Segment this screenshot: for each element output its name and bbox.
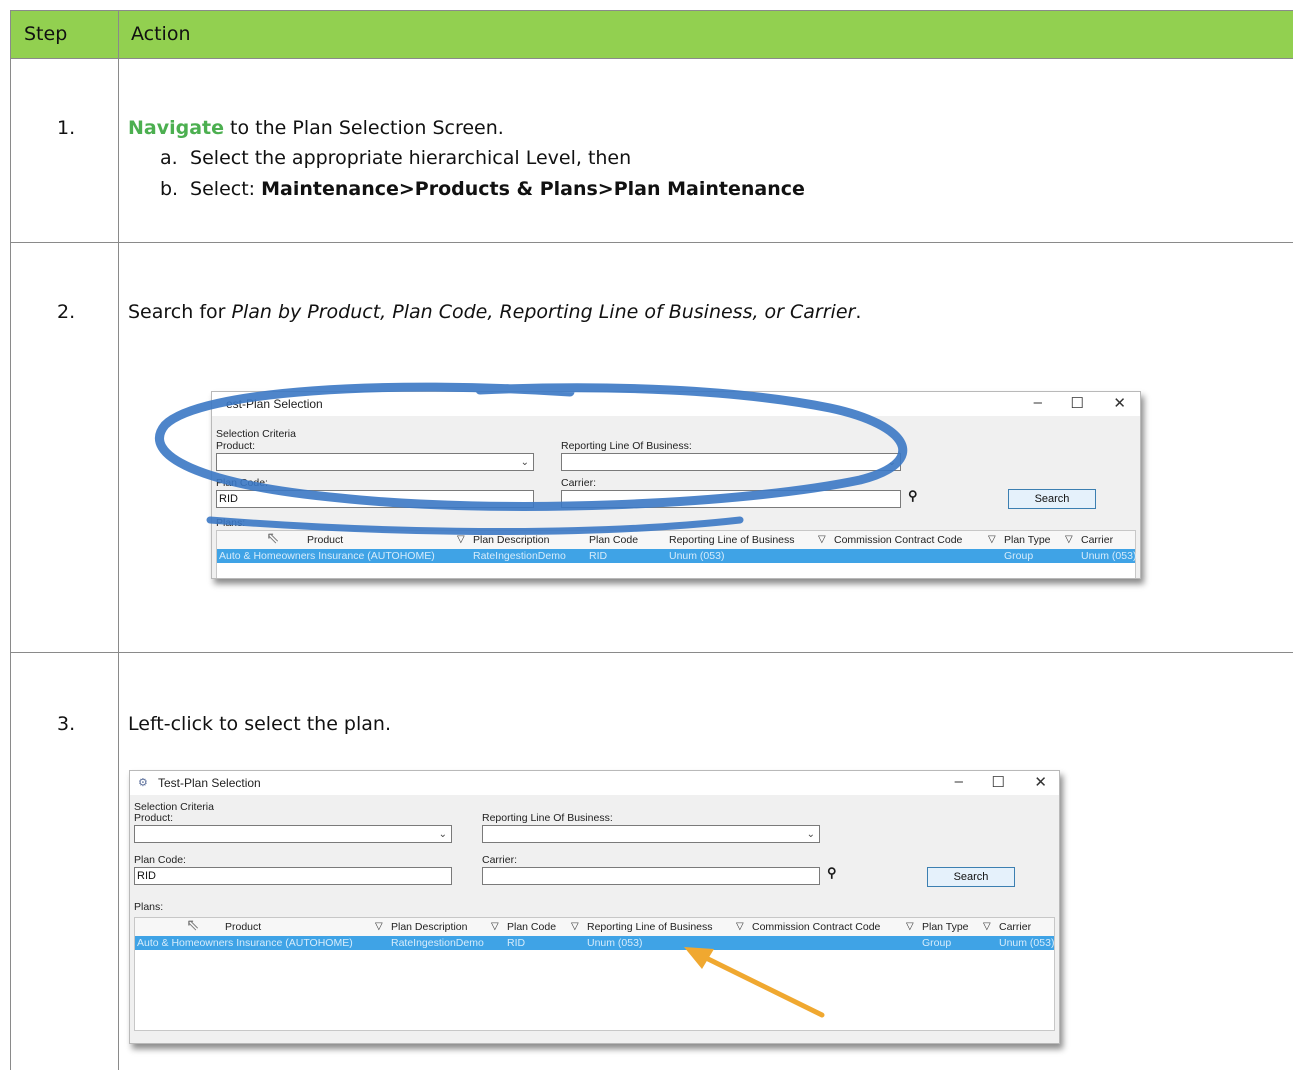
annotation-circle [155,382,908,536]
column-header[interactable]: Reporting Line of Business [587,921,713,933]
row-divider [10,242,1293,243]
sub-step-prefix: Select: [190,178,262,200]
plans-label: Plans: [134,901,164,913]
plan-selection-window-screenshot: ⚙ Test-Plan Selection – ☐ ✕ Selection Cr… [129,770,1060,1044]
column-header[interactable]: Plan Type [1004,534,1051,546]
menu-path: Maintenance>Products & Plans>Plan Mainte… [261,178,805,200]
column-header[interactable]: Plan Description [391,921,467,933]
step-number: 3. [57,713,76,735]
instruction-prefix: Search for [128,301,232,323]
instruction-italic: Plan by Product, Plan Code, Reporting Li… [231,301,856,323]
carrier-input[interactable] [482,867,820,885]
filter-icon[interactable]: ▽ [988,534,996,545]
filter-icon[interactable]: ▽ [571,921,579,932]
row-plan-type: Group [922,937,952,949]
filter-icon[interactable]: ▽ [1065,534,1073,545]
plans-grid[interactable]: Product ▽ Plan Description ▽ Plan Code ▽… [134,917,1055,1031]
row-rlob: Unum (053) [587,937,643,949]
chevron-down-icon: ⌄ [438,829,447,840]
row-divider [10,652,1293,653]
window-titlebar: ⚙ Test-Plan Selection – ☐ ✕ [130,771,1059,795]
step-instruction: Left-click to select the plan. [128,713,391,735]
row-product: Auto & Homeowners Insurance (AUTOHOME) [137,937,353,949]
column-header[interactable]: Commission Contract Code [752,921,880,933]
maximize-icon[interactable]: ☐ [992,773,1005,791]
filter-icon[interactable]: ▽ [906,921,914,932]
row-plan-code: RID [507,937,526,949]
filter-icon[interactable]: ▽ [491,921,499,932]
sub-step-text: Select the appropriate hierarchical Leve… [190,147,632,169]
window-title: Test-Plan Selection [158,776,261,790]
maximize-icon[interactable]: ☐ [1071,394,1084,412]
search-button[interactable]: Search [927,867,1015,887]
row-plan-type: Group [1004,550,1034,562]
row-carrier: Unum (053) [1081,550,1137,562]
close-icon[interactable]: ✕ [1113,394,1126,412]
plan-code-input[interactable]: RID [134,867,452,885]
sub-step-label: a. [160,147,178,169]
step-instruction: Navigate to the Plan Selection Screen. [128,117,504,139]
search-button[interactable]: Search [1008,489,1096,509]
row-carrier: Unum (053) [999,937,1055,949]
row-plan-description: RateIngestionDemo [391,937,484,949]
close-icon[interactable]: ✕ [1034,773,1047,791]
table-row[interactable]: Auto & Homeowners Insurance (AUTOHOME) R… [135,936,1054,950]
sub-step-label: b. [160,178,179,200]
column-header[interactable]: Plan Type [922,921,969,933]
filter-icon[interactable]: ▽ [983,921,991,932]
minimize-icon[interactable]: – [955,773,963,790]
product-label: Product: [134,812,174,824]
column-header[interactable]: Carrier [999,921,1031,933]
step-number: 2. [57,301,76,323]
filter-icon[interactable]: ▽ [375,921,383,932]
rlob-dropdown[interactable]: ⌄ [482,825,820,843]
header-step: Step [24,23,68,45]
header-action: Action [131,23,191,45]
column-divider [118,10,119,1070]
plan-code-label: Plan Code: [134,854,186,866]
column-header[interactable]: Carrier [1081,534,1113,546]
instruction-suffix: . [855,301,862,323]
filter-icon[interactable]: ▽ [736,921,744,932]
instruction-text: Left-click to select the plan. [128,713,391,735]
sub-step: b. Select: Maintenance>Products & Plans>… [160,178,805,200]
mouse-cursor-icon: ⇖ [186,917,200,934]
table-left-border [10,10,11,1070]
instruction-text: to the Plan Selection Screen. [224,117,504,139]
minimize-icon[interactable]: – [1034,394,1042,411]
annotation-arrow [684,947,825,1018]
rlob-label: Reporting Line Of Business: [482,812,613,824]
step-instruction: Search for Plan by Product, Plan Code, R… [128,301,861,323]
sub-step: a. Select the appropriate hierarchical L… [160,147,631,169]
app-icon: ⚙ [138,777,148,789]
carrier-label: Carrier: [482,854,518,866]
step-number: 1. [57,117,76,139]
column-header[interactable]: Product [225,921,261,933]
grid-header: Product ▽ Plan Description ▽ Plan Code ▽… [135,918,1054,937]
table-header: Step Action [10,10,1293,59]
navigate-keyword: Navigate [128,117,225,139]
chevron-down-icon: ⌄ [806,829,815,840]
search-icon[interactable]: ⚲ [827,865,837,881]
product-dropdown[interactable]: ⌄ [134,825,452,843]
column-header[interactable]: Plan Code [507,921,556,933]
